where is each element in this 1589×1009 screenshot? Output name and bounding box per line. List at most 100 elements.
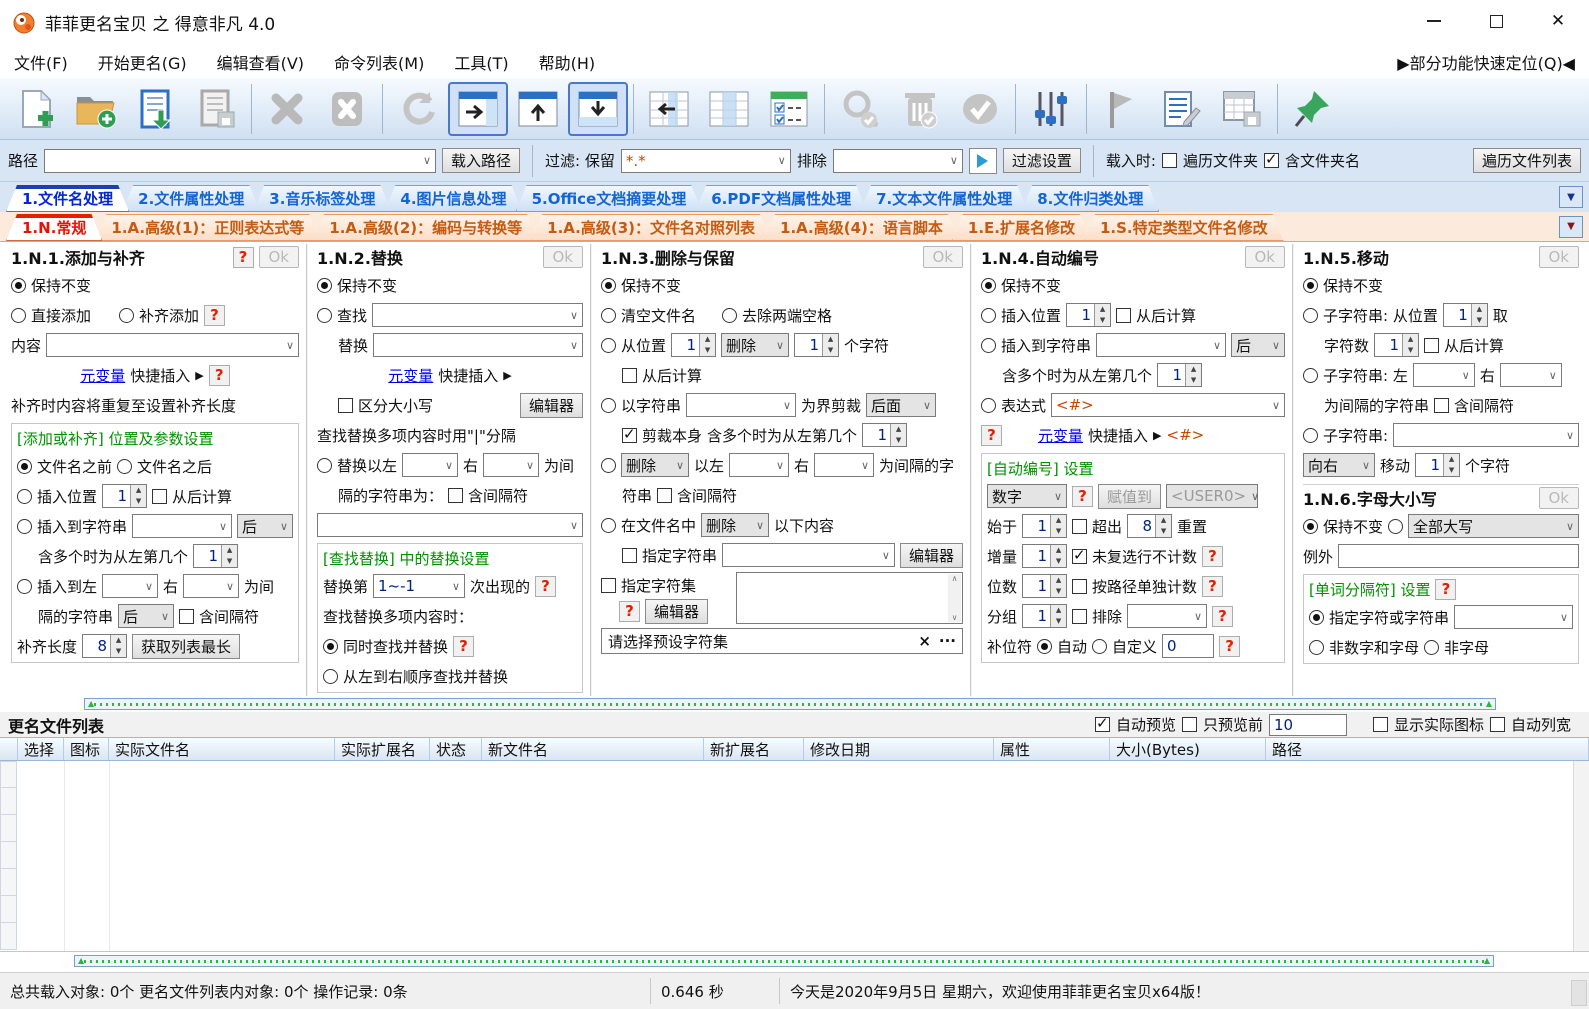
tab-advanced-compare-list[interactable]: 1.A.高级(3)：文件名对照列表 bbox=[531, 214, 771, 241]
column-path[interactable]: 路径 bbox=[1266, 738, 1589, 760]
charset-checkbox[interactable] bbox=[601, 577, 616, 593]
keep-radio[interactable] bbox=[317, 277, 332, 293]
help-button[interactable]: ? bbox=[1202, 575, 1224, 597]
metavar-link[interactable]: 元变量 bbox=[80, 365, 125, 386]
before-name-radio[interactable] bbox=[17, 458, 32, 474]
nth-spinner[interactable]: 1 ▲ ▼ bbox=[193, 544, 239, 568]
tab-filename-processing[interactable]: 1.文件名处理 bbox=[6, 185, 129, 212]
count-from-back-checkbox[interactable] bbox=[1116, 307, 1132, 323]
spec-string-combo[interactable] bbox=[722, 543, 895, 567]
tab-extension-edit[interactable]: 1.E.扩展名修改 bbox=[952, 214, 1091, 241]
show-real-icons-checkbox[interactable] bbox=[1372, 717, 1388, 732]
sequential-radio[interactable] bbox=[323, 668, 338, 684]
direct-add-radio[interactable] bbox=[11, 307, 26, 323]
keep-radio[interactable] bbox=[1303, 518, 1318, 534]
before-after-combo[interactable]: 后 bbox=[237, 514, 293, 538]
tab-specific-type[interactable]: 1.S.特定类型文件名修改 bbox=[1084, 214, 1284, 241]
skip-unchecked-checkbox[interactable] bbox=[1072, 546, 1088, 564]
pin-icon[interactable] bbox=[1283, 82, 1343, 136]
load-path-button[interactable]: 载入路径 bbox=[442, 148, 521, 173]
delete-icon[interactable] bbox=[257, 82, 317, 136]
separator-combo[interactable] bbox=[1454, 605, 1573, 629]
insert-pos-radio[interactable] bbox=[17, 488, 32, 504]
after-name-radio[interactable] bbox=[117, 458, 133, 474]
column-size[interactable]: 大小(Bytes) bbox=[1110, 738, 1266, 760]
help-button[interactable]: ? bbox=[232, 246, 254, 268]
move-count-spinner[interactable]: 1 ▲ ▼ bbox=[1415, 453, 1461, 477]
keep-radio[interactable] bbox=[11, 277, 26, 293]
include-folder-name-checkbox[interactable] bbox=[1263, 150, 1279, 168]
expression-combo[interactable]: <#> bbox=[1051, 393, 1285, 417]
nth-combo[interactable]: 1~-1 bbox=[373, 574, 466, 598]
ok-button[interactable]: Ok bbox=[258, 246, 299, 268]
case-sensitive-checkbox[interactable] bbox=[338, 397, 353, 413]
tab-text-file-attributes[interactable]: 7.文本文件属性处理 bbox=[860, 185, 1028, 212]
help-button[interactable]: ? bbox=[204, 304, 226, 326]
help-button[interactable]: ? bbox=[1219, 635, 1241, 657]
right-sep-combo[interactable] bbox=[183, 574, 240, 598]
right-sep-combo[interactable] bbox=[1499, 363, 1562, 387]
flag-icon[interactable] bbox=[1092, 82, 1152, 136]
delete-all-icon[interactable] bbox=[317, 82, 377, 136]
insert-string-combo[interactable] bbox=[1096, 333, 1226, 357]
splitter-horizontal[interactable]: ▲ ▲ bbox=[74, 955, 1494, 967]
preview-count-input[interactable]: 10 bbox=[1268, 713, 1347, 736]
scrollbar[interactable]: ∧ ∨ bbox=[948, 574, 961, 622]
tab-advanced-regex[interactable]: 1.A.高级(1)：正则表达式等 bbox=[95, 214, 320, 241]
column-modified-date[interactable]: 修改日期 bbox=[804, 738, 994, 760]
check-list-icon[interactable] bbox=[759, 82, 819, 136]
keep-radio[interactable] bbox=[981, 277, 996, 293]
expand-arrow-icon[interactable]: ▶ bbox=[195, 369, 203, 382]
minimize-button[interactable] bbox=[1403, 0, 1465, 42]
search-check-icon[interactable] bbox=[830, 82, 890, 136]
column-actual-ext[interactable]: 实际扩展名 bbox=[335, 738, 430, 760]
column-new-filename[interactable]: 新文件名 bbox=[482, 738, 704, 760]
menu-help[interactable]: 帮助(H) bbox=[539, 50, 596, 74]
count-from-back-checkbox[interactable] bbox=[622, 367, 637, 383]
insert-pos-spinner[interactable]: 1 ▲ ▼ bbox=[102, 484, 148, 508]
tab-office-summary[interactable]: 5.Office文档摘要处理 bbox=[516, 185, 703, 212]
help-button[interactable]: ? bbox=[1435, 578, 1457, 600]
editor-button[interactable]: 编辑器 bbox=[519, 392, 583, 418]
trim-spaces-radio[interactable] bbox=[722, 307, 738, 323]
find-combo[interactable] bbox=[372, 303, 583, 327]
pane-up-icon[interactable] bbox=[508, 82, 568, 136]
main-tabs-overflow-icon[interactable] bbox=[1559, 186, 1583, 208]
file-list-body[interactable] bbox=[0, 761, 1589, 952]
help-button[interactable]: ? bbox=[619, 600, 640, 622]
tab-advanced-script[interactable]: 1.A.高级(4)：语言脚本 bbox=[764, 214, 959, 241]
help-button[interactable]: ? bbox=[1202, 545, 1224, 567]
position-spinner[interactable]: 1 ▲ ▼ bbox=[1442, 303, 1488, 327]
replace-combo[interactable] bbox=[373, 333, 583, 357]
count-from-back-checkbox[interactable] bbox=[152, 488, 168, 504]
tab-normal[interactable]: 1.N.常规 bbox=[6, 214, 102, 241]
case-option-radio[interactable] bbox=[1388, 518, 1404, 534]
ok-button[interactable]: Ok bbox=[1244, 246, 1285, 268]
help-button[interactable]: ? bbox=[453, 635, 475, 657]
insert-between-radio[interactable] bbox=[17, 578, 32, 594]
insert-to-string-radio[interactable] bbox=[17, 518, 32, 534]
tab-pdf-attributes[interactable]: 6.PDF文档属性处理 bbox=[695, 185, 867, 212]
auto-preview-checkbox[interactable] bbox=[1094, 714, 1110, 732]
auto-column-width-checkbox[interactable] bbox=[1489, 717, 1505, 732]
exclude-combo[interactable] bbox=[1127, 604, 1208, 628]
between-value-combo[interactable] bbox=[317, 513, 583, 537]
include-sep-checkbox[interactable] bbox=[448, 487, 464, 503]
ok-button[interactable]: Ok bbox=[1538, 487, 1579, 509]
insert-string-combo[interactable] bbox=[132, 514, 232, 538]
find-radio[interactable] bbox=[317, 307, 332, 323]
path-combo[interactable] bbox=[44, 148, 437, 173]
menu-command-list[interactable]: 命令列表(M) bbox=[334, 50, 424, 74]
include-sep-checkbox[interactable] bbox=[179, 608, 195, 624]
splitter-horizontal[interactable]: ▲ ▲ bbox=[84, 698, 1496, 710]
get-longest-button[interactable]: 获取列表最长 bbox=[132, 633, 241, 659]
sub-tabs-overflow-icon[interactable] bbox=[1559, 215, 1583, 238]
filter-settings-button[interactable]: 过滤设置 bbox=[1002, 148, 1081, 173]
quick-locate[interactable]: ▶部分功能快速定位(Q)◀ bbox=[1397, 45, 1575, 78]
column-icon[interactable]: 图标 bbox=[64, 738, 109, 760]
assign-target-combo[interactable]: <USER0> bbox=[1166, 484, 1259, 508]
column-attributes[interactable]: 属性 bbox=[994, 738, 1110, 760]
group-spinner[interactable]: 1 ▲ ▼ bbox=[1022, 604, 1068, 628]
right-sep-combo[interactable] bbox=[483, 453, 540, 477]
preset-charset-select[interactable]: 请选择预设字符集 × ··· bbox=[601, 628, 963, 654]
